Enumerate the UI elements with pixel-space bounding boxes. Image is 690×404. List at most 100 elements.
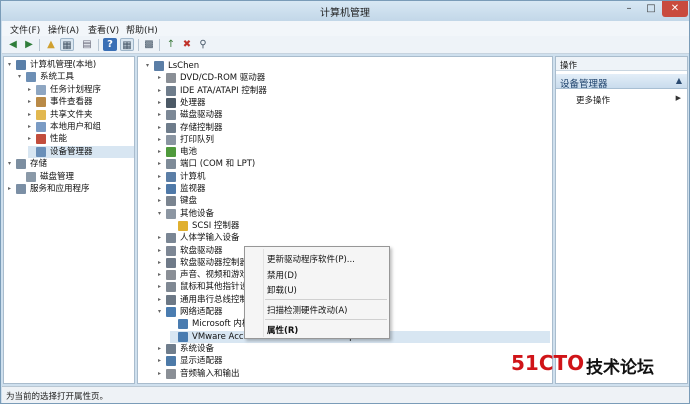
console-tree-item-row[interactable]: ▸ 共享文件夹 xyxy=(28,109,134,121)
device-tree-item-row[interactable]: ▸ 显示适配器 xyxy=(158,355,538,367)
collapsed-arrow-icon[interactable]: ▸ xyxy=(158,368,161,380)
collapsed-arrow-icon[interactable]: ▸ xyxy=(8,183,11,195)
watermark: 51CTO 技术论坛 xyxy=(511,351,681,378)
console-tree-item-row[interactable]: ▸ 任务计划程序 xyxy=(28,84,134,96)
collapsed-arrow-icon[interactable]: ▸ xyxy=(158,146,161,158)
close-button[interactable]: ✕ xyxy=(662,1,688,17)
console-tree-item-row[interactable]: ▾ 系统工具 xyxy=(18,71,134,83)
collapsed-arrow-icon[interactable]: ▸ xyxy=(158,343,161,355)
console-tree-pane[interactable]: ▾ 计算机管理(本地) ▾ 系统工具 ▸ 任务计划程序 ▸ 事件查看器 ▸ 共享文件夹 ▸ 本地用户和… xyxy=(3,56,135,384)
update-driver-icon[interactable]: ↑ xyxy=(164,38,178,51)
menu-view[interactable]: 查看(V) xyxy=(88,23,119,36)
actions-section-device-manager[interactable]: 设备管理器 ▲ xyxy=(556,74,687,90)
expanded-arrow-icon[interactable]: ▾ xyxy=(18,71,21,83)
collapsed-arrow-icon[interactable]: ▸ xyxy=(158,85,161,97)
collapsed-arrow-icon[interactable]: ▸ xyxy=(158,257,161,269)
device-tree-item-row[interactable]: ▸ 磁盘驱动器 xyxy=(158,109,538,121)
device-tree-item-row[interactable]: ▸ 电池 xyxy=(158,146,538,158)
menu-help[interactable]: 帮助(H) xyxy=(126,23,158,36)
console-tree-item-label: 事件查看器 xyxy=(50,97,93,108)
expanded-arrow-icon[interactable]: ▾ xyxy=(8,59,11,71)
device-tree-item-row[interactable]: ▸ 音频输入和输出 xyxy=(158,368,538,380)
device-tree-item-row[interactable]: ▸ DVD/CD-ROM 驱动器 xyxy=(158,72,538,84)
forward-arrow-icon[interactable]: ▶ xyxy=(22,38,36,51)
device-tree-item-row[interactable]: ▸ 计算机 xyxy=(158,171,538,183)
expanded-arrow-icon[interactable]: ▾ xyxy=(158,208,161,220)
help-icon[interactable]: ? xyxy=(103,38,117,51)
back-arrow-icon[interactable]: ◀ xyxy=(6,38,20,51)
more-actions-item[interactable]: 更多操作 ▶ xyxy=(556,93,687,106)
uninstall-menu-item[interactable]: 卸载(U) xyxy=(267,284,297,296)
device-tree-item-row[interactable]: SCSI 控制器 xyxy=(170,220,550,232)
collapsed-arrow-icon[interactable]: ▸ xyxy=(28,84,31,96)
collapsed-arrow-icon[interactable]: ▸ xyxy=(158,232,161,244)
menu-action[interactable]: 操作(A) xyxy=(48,23,79,36)
collapsed-arrow-icon[interactable]: ▸ xyxy=(28,133,31,145)
expanded-arrow-icon[interactable]: ▾ xyxy=(146,60,149,72)
up-folder-icon[interactable]: ▲ xyxy=(44,38,58,51)
collapsed-arrow-icon[interactable]: ▸ xyxy=(158,72,161,84)
console-tree-item-row[interactable]: ▸ 事件查看器 xyxy=(28,96,134,108)
scan-hardware-menu-item[interactable]: 扫描检测硬件改动(A) xyxy=(267,304,347,316)
collapsed-arrow-icon[interactable]: ▸ xyxy=(158,109,161,121)
properties-menu-item[interactable]: 属性(R) xyxy=(267,324,298,336)
scan-hardware-icon[interactable]: ⚲ xyxy=(196,38,210,51)
collapsed-arrow-icon[interactable]: ▸ xyxy=(158,171,161,183)
properties-icon[interactable]: ▩ xyxy=(142,38,156,51)
submenu-arrow-icon: ▶ xyxy=(675,94,681,102)
collapsed-arrow-icon[interactable]: ▸ xyxy=(158,158,161,170)
console-tree-item-row[interactable]: 磁盘管理 xyxy=(18,171,134,183)
update-driver-menu-item[interactable]: 更新驱动程序软件(P)... xyxy=(267,253,355,265)
collapsed-arrow-icon[interactable]: ▸ xyxy=(158,281,161,293)
audio-io-icon xyxy=(166,368,176,379)
network-adapter-icon xyxy=(178,331,188,342)
hid-icon xyxy=(166,233,176,244)
device-tree-item-row[interactable]: ▸ 人体学输入设备 xyxy=(158,232,538,244)
device-tree-item-row[interactable]: ▾ LsChen xyxy=(146,60,526,72)
maximize-button[interactable]: □ xyxy=(640,1,662,17)
collapsed-arrow-icon[interactable]: ▸ xyxy=(158,134,161,146)
console-tree-item-row[interactable]: ▸ 本地用户和组 xyxy=(28,121,134,133)
processor-icon xyxy=(166,97,176,108)
console-tree-item-row[interactable]: ▸ 服务和应用程序 xyxy=(8,183,134,195)
show-hide-action-pane-icon[interactable]: ▦ xyxy=(120,38,134,51)
expanded-arrow-icon[interactable]: ▾ xyxy=(8,158,11,170)
collapsed-arrow-icon[interactable]: ▸ xyxy=(158,294,161,306)
collapsed-arrow-icon[interactable]: ▸ xyxy=(158,122,161,134)
console-tree-item-row[interactable]: ▸ 性能 xyxy=(28,133,134,145)
expanded-arrow-icon[interactable]: ▾ xyxy=(158,306,161,318)
toolbar-separator xyxy=(39,39,40,51)
collapsed-arrow-icon[interactable]: ▸ xyxy=(28,121,31,133)
title-bar[interactable]: 计算机管理 – □ ✕ xyxy=(1,1,689,21)
console-tree-item-row[interactable]: ▾ 计算机管理(本地) xyxy=(8,59,134,71)
minimize-button[interactable]: – xyxy=(618,1,640,17)
export-list-icon[interactable]: ▤ xyxy=(80,38,94,51)
collapsed-arrow-icon[interactable]: ▸ xyxy=(158,183,161,195)
collapsed-arrow-icon[interactable]: ▸ xyxy=(158,195,161,207)
collapsed-arrow-icon[interactable]: ▸ xyxy=(158,245,161,257)
device-tree-item-row[interactable]: ▸ 存储控制器 xyxy=(158,122,538,134)
disable-menu-item[interactable]: 禁用(D) xyxy=(267,269,297,281)
device-tree-item-row[interactable]: ▸ 系统设备 xyxy=(158,343,538,355)
collapsed-arrow-icon[interactable]: ▸ xyxy=(28,109,31,121)
uninstall-device-icon[interactable]: ✖ xyxy=(180,38,194,51)
console-tree-item-row[interactable]: 设备管理器 xyxy=(28,145,134,158)
console-tree-icon[interactable]: ▦ xyxy=(60,38,74,51)
device-tree-item-label: LsChen xyxy=(168,61,200,71)
device-tree-item-row[interactable]: ▸ 监视器 xyxy=(158,183,538,195)
watermark-forum: 技术论坛 xyxy=(586,358,654,378)
collapse-arrow-icon[interactable]: ▲ xyxy=(676,76,682,85)
device-tree-item-row[interactable]: ▾ 其他设备 xyxy=(158,208,538,220)
collapsed-arrow-icon[interactable]: ▸ xyxy=(158,97,161,109)
context-menu[interactable]: 更新驱动程序软件(P)... 禁用(D) 卸载(U) 扫描检测硬件改动(A) 属… xyxy=(244,246,390,339)
device-tree-item-row[interactable]: ▸ 端口 (COM 和 LPT) xyxy=(158,158,538,170)
device-tree-item-row[interactable]: ▸ 处理器 xyxy=(158,97,538,109)
collapsed-arrow-icon[interactable]: ▸ xyxy=(158,355,161,367)
console-tree-item-row[interactable]: ▾ 存储 xyxy=(8,158,134,170)
device-tree-item-row[interactable]: ▸ IDE ATA/ATAPI 控制器 xyxy=(158,85,538,97)
device-tree-item-row[interactable]: ▸ 打印队列 xyxy=(158,134,538,146)
collapsed-arrow-icon[interactable]: ▸ xyxy=(158,269,161,281)
collapsed-arrow-icon[interactable]: ▸ xyxy=(28,96,31,108)
device-tree-item-row[interactable]: ▸ 键盘 xyxy=(158,195,538,207)
menu-file[interactable]: 文件(F) xyxy=(10,23,40,36)
